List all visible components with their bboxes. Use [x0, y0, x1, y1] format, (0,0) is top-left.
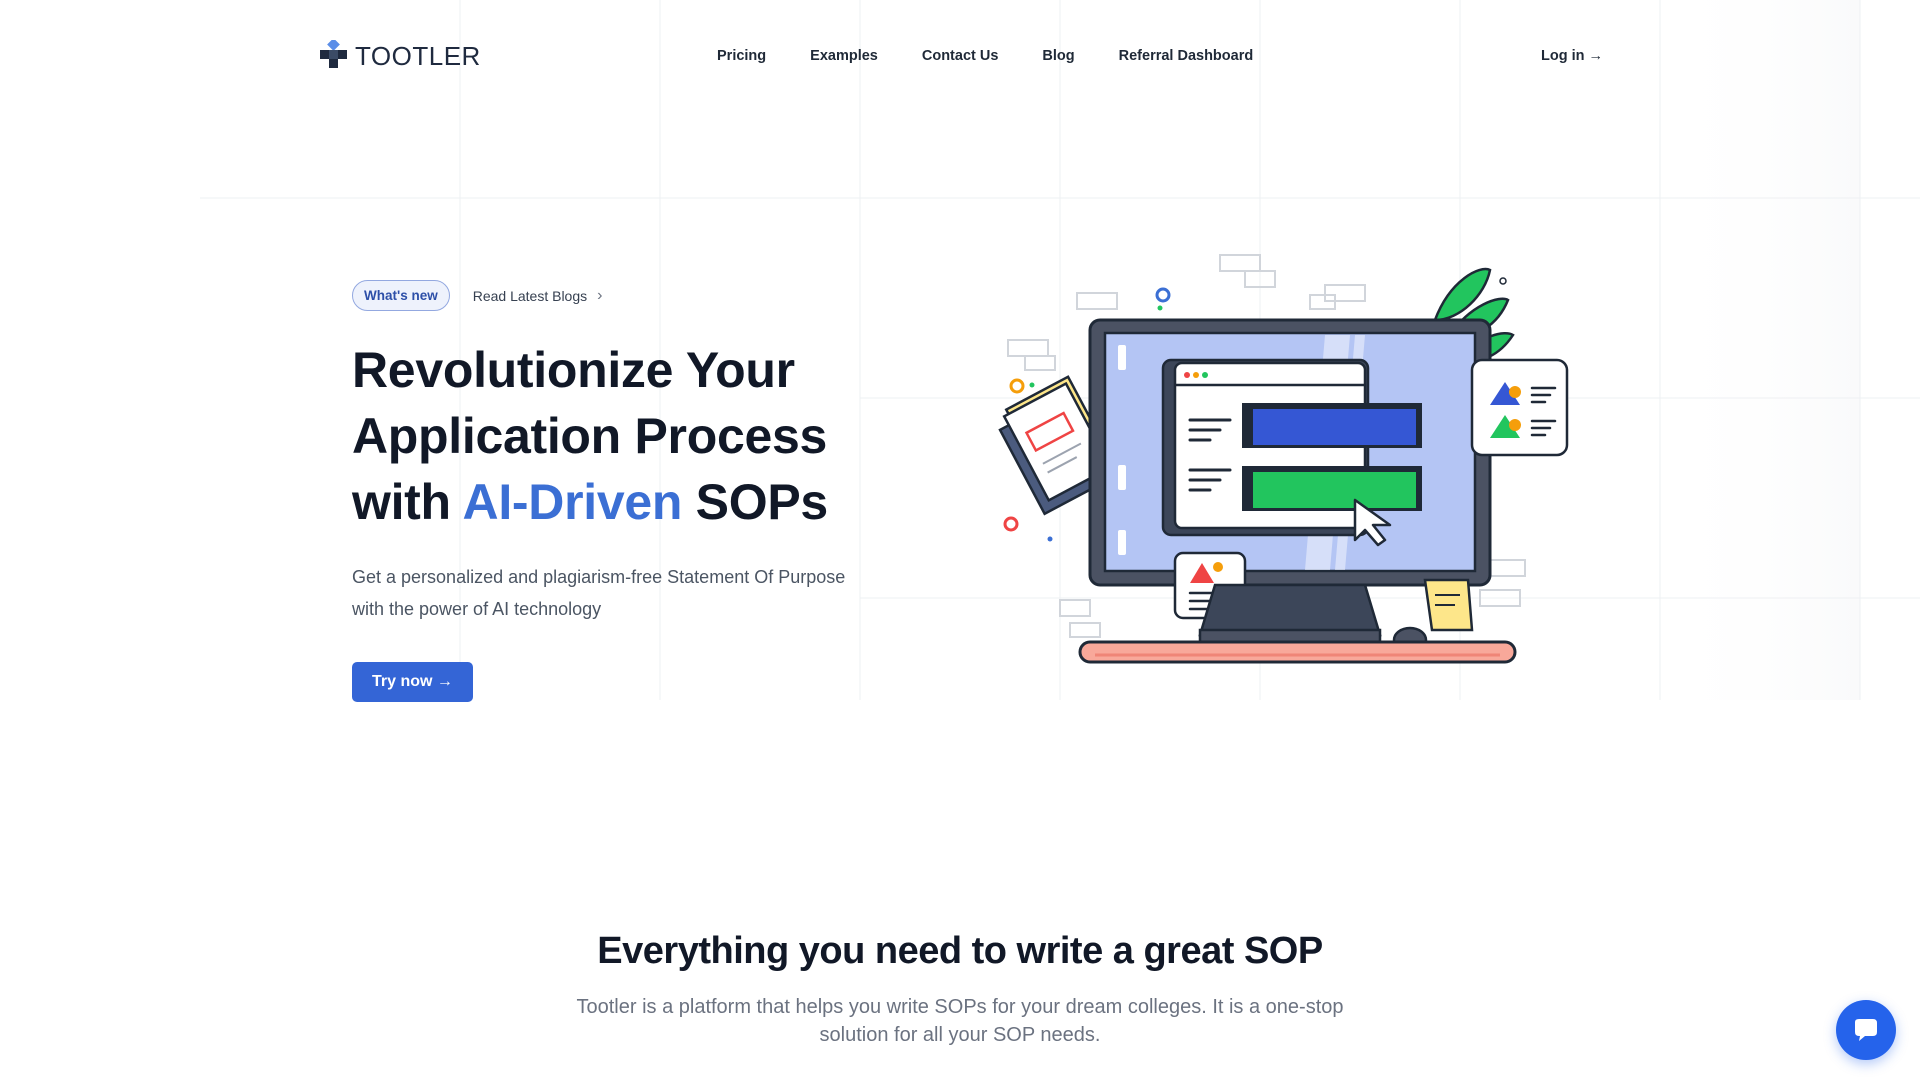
nav-pricing[interactable]: Pricing — [717, 48, 766, 64]
hero-title-accent: AI-Driven — [462, 474, 683, 530]
features-heading: Everything you need to write a great SOP — [597, 930, 1323, 972]
main-nav: Pricing Examples Contact Us Blog Referra… — [717, 48, 1297, 64]
computer-illustration — [998, 254, 1569, 664]
chat-bubble-icon — [1855, 1019, 1877, 1041]
hero-title-line-3-pre: with — [352, 474, 463, 530]
hero-title-line-1: Revolutionize Your — [352, 342, 795, 398]
announcement-row: What's new Read Latest Blogs › — [352, 280, 872, 311]
nav-blog[interactable]: Blog — [1042, 48, 1074, 64]
logo[interactable]: TOOTLER — [319, 40, 481, 72]
login-link[interactable]: Log in → — [1541, 48, 1603, 64]
nav-contact-us[interactable]: Contact Us — [922, 48, 999, 64]
nav-referral-dashboard[interactable]: Referral Dashboard — [1119, 48, 1254, 64]
logo-icon — [320, 40, 347, 68]
whats-new-badge[interactable]: What's new — [352, 280, 450, 311]
top-navbar: TOOTLER Pricing Examples Contact Us Blog… — [0, 0, 1920, 115]
features-section: Everything you need to write a great SOP… — [0, 930, 1920, 1049]
nav-examples[interactable]: Examples — [810, 48, 878, 64]
hero-content: What's new Read Latest Blogs › Revolutio… — [352, 280, 872, 702]
chat-button[interactable] — [1836, 1000, 1896, 1060]
logo-text: TOOTLER — [355, 40, 481, 71]
read-latest-blogs-label: Read Latest Blogs — [472, 287, 588, 304]
hero-title-line-2: Application Process — [352, 408, 827, 464]
hero-subtitle: Get a personalized and plagiarism-free S… — [352, 567, 846, 619]
hero-title: Revolutionize Your Application Process w… — [352, 337, 872, 535]
try-now-button[interactable]: Try now → — [352, 662, 473, 702]
hero-title-line-3-post: SOPs — [682, 474, 829, 530]
read-latest-blogs-link[interactable]: Read Latest Blogs › — [473, 287, 603, 305]
chevron-right-icon: › — [597, 286, 603, 304]
features-description: Tootler is a platform that helps you wri… — [576, 996, 1344, 1046]
